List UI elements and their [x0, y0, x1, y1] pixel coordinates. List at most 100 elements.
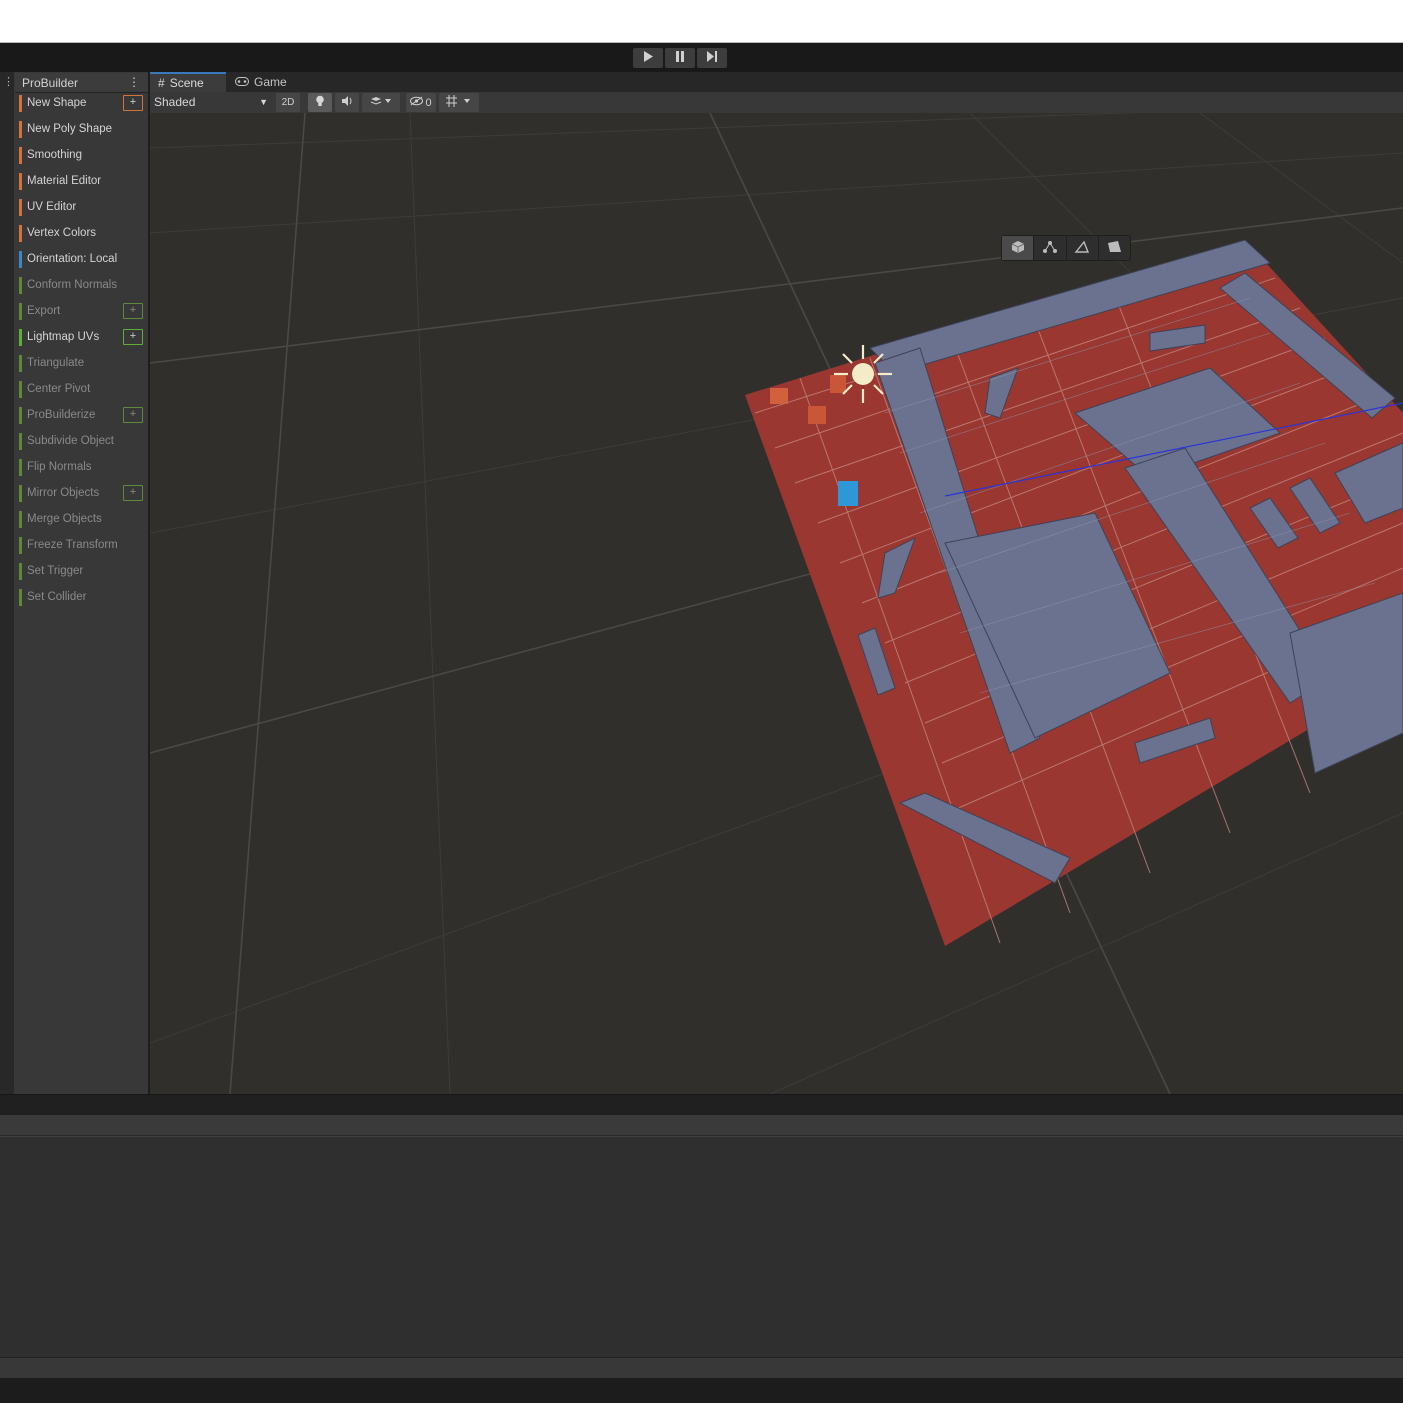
- probuilder-item-probuilderize[interactable]: ProBuilderize +: [19, 407, 145, 427]
- face-mode-button[interactable]: [1099, 236, 1130, 260]
- effects-dropdown-button[interactable]: [362, 93, 400, 112]
- scene-toolbar: Shaded ▼ 2D 0: [150, 92, 1403, 114]
- probuilder-tab[interactable]: ProBuilder ⋮: [15, 73, 148, 93]
- options-plus-button[interactable]: +: [123, 329, 143, 345]
- edge-mode-button[interactable]: [1067, 236, 1099, 260]
- play-button[interactable]: [633, 48, 663, 68]
- probuilder-item-export[interactable]: Export +: [19, 303, 145, 323]
- probuilder-item-uv-editor[interactable]: UV Editor: [19, 199, 145, 219]
- probuilder-item-merge-objects[interactable]: Merge Objects: [19, 511, 145, 531]
- tab-scene-label: Scene: [169, 76, 204, 90]
- pause-icon: [675, 51, 685, 65]
- probuilder-item-new-poly-shape[interactable]: New Poly Shape: [19, 121, 145, 141]
- tab-game-label: Game: [254, 75, 287, 89]
- object-mode-button[interactable]: [1002, 236, 1035, 260]
- probuilder-item-vertex-colors[interactable]: Vertex Colors: [19, 225, 145, 245]
- kebab-menu-icon[interactable]: ⋮: [3, 75, 14, 88]
- options-plus-button[interactable]: +: [123, 407, 143, 423]
- category-color-bar: [19, 563, 22, 580]
- probuilder-item-freeze-transform[interactable]: Freeze Transform: [19, 537, 145, 557]
- play-toolbar: [0, 43, 1403, 72]
- category-color-bar: [19, 433, 22, 450]
- 2d-toggle-button[interactable]: 2D: [276, 93, 300, 112]
- probuilder-item-label: Export: [27, 305, 61, 317]
- shading-mode-value: Shaded: [154, 95, 196, 109]
- category-color-bar: [19, 225, 22, 242]
- grid-icon: [446, 95, 472, 110]
- probuilder-item-label: Set Trigger: [27, 565, 84, 577]
- probuilder-item-triangulate[interactable]: Triangulate: [19, 355, 145, 375]
- cube-icon: [1011, 240, 1025, 257]
- 2d-label: 2D: [281, 97, 295, 108]
- category-color-bar: [19, 537, 22, 554]
- probuilder-item-label: Mirror Objects: [27, 487, 100, 499]
- category-color-bar: [19, 95, 22, 112]
- blue-cube: [838, 481, 858, 506]
- play-icon: [643, 51, 653, 65]
- bottom-panel-content: [0, 1136, 1403, 1357]
- eye-hidden-icon: [410, 96, 424, 109]
- tab-game[interactable]: Game: [230, 72, 305, 92]
- category-color-bar: [19, 459, 22, 476]
- tab-scene[interactable]: # Scene: [150, 72, 226, 92]
- probuilder-item-set-trigger[interactable]: Set Trigger: [19, 563, 145, 583]
- kebab-menu-icon[interactable]: ⋮: [128, 75, 140, 89]
- grid-snap-dropdown[interactable]: [439, 93, 479, 112]
- lighting-toggle-button[interactable]: [308, 93, 332, 112]
- bottom-panel-tab-bar: [0, 1094, 1403, 1116]
- probuilder-item-label: Freeze Transform: [27, 539, 118, 551]
- category-color-bar: [19, 121, 22, 138]
- category-color-bar: [19, 589, 22, 606]
- shading-mode-dropdown[interactable]: Shaded ▼: [150, 92, 272, 112]
- chevron-down-icon: ▼: [259, 97, 268, 107]
- probuilder-item-label: New Poly Shape: [27, 123, 113, 135]
- hidden-count: 0: [425, 96, 432, 109]
- vertex-mode-button[interactable]: [1034, 236, 1067, 260]
- options-plus-button[interactable]: +: [123, 303, 143, 319]
- bottom-panel-footer: [0, 1357, 1403, 1378]
- audio-toggle-button[interactable]: [335, 93, 359, 112]
- probuilder-item-label: Conform Normals: [27, 279, 118, 291]
- speaker-icon: [341, 96, 353, 109]
- hidden-objects-toggle[interactable]: 0: [406, 93, 436, 112]
- probuilder-item-conform-normals[interactable]: Conform Normals: [19, 277, 145, 297]
- probuilder-item-label: Triangulate: [27, 357, 85, 369]
- view-tab-bar: # Scene Game: [150, 72, 1403, 92]
- probuilder-item-label: ProBuilderize: [27, 409, 96, 421]
- options-plus-button[interactable]: +: [123, 95, 143, 111]
- probuilder-item-label: Smoothing: [27, 149, 82, 161]
- options-plus-button[interactable]: +: [123, 485, 143, 501]
- scene-viewport[interactable]: [150, 113, 1403, 1094]
- probuilder-item-mirror-objects[interactable]: Mirror Objects +: [19, 485, 145, 505]
- probuilder-item-flip-normals[interactable]: Flip Normals: [19, 459, 145, 479]
- probuilder-item-label: Set Collider: [27, 591, 87, 603]
- probuilder-item-label: New Shape: [27, 97, 87, 109]
- probuilder-item-center-pivot[interactable]: Center Pivot: [19, 381, 145, 401]
- probuilder-item-material-editor[interactable]: Material Editor: [19, 173, 145, 193]
- probuilder-item-orientation-local[interactable]: Orientation: Local: [19, 251, 145, 271]
- probuilder-item-subdivide-object[interactable]: Subdivide Object: [19, 433, 145, 453]
- probuilder-item-label: Center Pivot: [27, 383, 91, 395]
- pause-button[interactable]: [665, 48, 695, 68]
- category-color-bar: [19, 407, 22, 424]
- category-color-bar: [19, 277, 22, 294]
- layers-icon: [369, 96, 393, 109]
- probuilder-item-label: Vertex Colors: [27, 227, 97, 239]
- status-bar: [0, 1378, 1403, 1403]
- probuilder-item-set-collider[interactable]: Set Collider: [19, 589, 145, 609]
- probuilder-item-label: UV Editor: [27, 201, 77, 213]
- step-button[interactable]: [697, 48, 727, 68]
- grid-icon: #: [158, 76, 165, 90]
- probuilder-item-label: Subdivide Object: [27, 435, 114, 447]
- category-color-bar: [19, 329, 22, 346]
- probuilder-item-smoothing[interactable]: Smoothing: [19, 147, 145, 167]
- probuilder-item-label: Merge Objects: [27, 513, 102, 525]
- gamepad-icon: [235, 75, 249, 89]
- probuilder-item-new-shape[interactable]: New Shape +: [19, 95, 145, 115]
- category-color-bar: [19, 485, 22, 502]
- bottom-panel-toolbar: [0, 1115, 1403, 1136]
- probuilder-item-lightmap-uvs[interactable]: Lightmap UVs +: [19, 329, 145, 349]
- category-color-bar: [19, 511, 22, 528]
- probuilder-item-label: Material Editor: [27, 175, 102, 187]
- probuilder-item-label: Flip Normals: [27, 461, 92, 473]
